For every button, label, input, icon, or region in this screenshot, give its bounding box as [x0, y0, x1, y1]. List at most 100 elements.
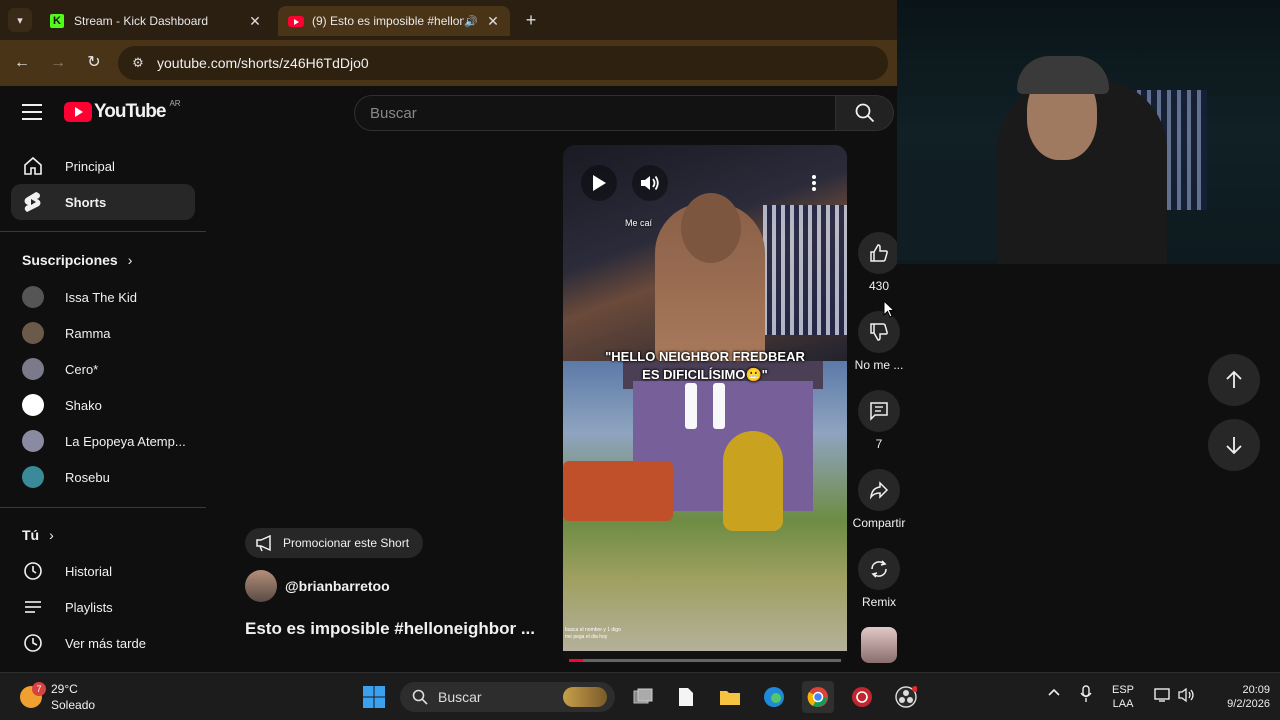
sidebar-item-subscription[interactable]: La Epopeya Atemp...	[11, 423, 195, 459]
taskbar-search[interactable]: Buscar	[400, 682, 615, 712]
like-button[interactable]	[858, 232, 900, 274]
sidebar-item-principal[interactable]: Principal	[11, 148, 195, 184]
avatar	[22, 358, 44, 380]
channel-name[interactable]: @brianbarretoo	[285, 578, 390, 594]
close-tab-icon[interactable]: ✕	[484, 13, 502, 30]
sidebar-item-label: Shako	[65, 397, 102, 413]
app-icon[interactable]	[846, 681, 878, 713]
arrow-down-icon	[1226, 437, 1242, 455]
avatar	[22, 322, 44, 344]
back-button[interactable]: ←	[10, 51, 34, 75]
play-icon	[593, 175, 606, 191]
progress-bar[interactable]	[569, 659, 841, 662]
folder-icon[interactable]	[714, 681, 746, 713]
reload-button[interactable]: ↻	[82, 51, 106, 75]
logo-text: YouTube	[94, 101, 166, 122]
task-view-icon[interactable]	[627, 681, 659, 713]
dislike-action: No me ...	[850, 311, 908, 372]
overlay-line: busca el nombre y 1 digo	[565, 627, 621, 633]
sidebar-item-subscription[interactable]: Cero*	[11, 351, 195, 387]
avatar[interactable]	[245, 570, 277, 602]
search-icon	[855, 103, 874, 123]
video-overlay-text: Me caí	[625, 218, 653, 228]
sidebar-item-label: Historial	[65, 563, 112, 579]
language-code: ESP	[1112, 684, 1135, 696]
tab-bar: ▾ K Stream - Kick Dashboard ✕ (9) Esto e…	[0, 0, 897, 40]
remix-button[interactable]	[858, 548, 900, 590]
weather-widget[interactable]: 7 29°C Soleado	[20, 681, 95, 713]
chevron-up-icon[interactable]	[1047, 687, 1061, 701]
section-title: Tú	[22, 527, 40, 543]
site-info-icon[interactable]: ⚙	[126, 51, 150, 75]
address-bar[interactable]: ⚙ youtube.com/shorts/z46H6TdDjo0	[118, 46, 888, 80]
avatar	[22, 394, 44, 416]
search-bar	[354, 95, 894, 131]
arrow-up-icon	[1226, 370, 1242, 388]
channel-info[interactable]: @brianbarretoo	[245, 570, 390, 602]
promote-short-button[interactable]: Promocionar este Short	[245, 528, 424, 558]
webcam-shelf	[897, 160, 1007, 260]
clock[interactable]: 20:09 9/2/2026	[1208, 683, 1270, 711]
sidebar-item-label: Shorts	[65, 194, 107, 210]
obs-icon[interactable]	[890, 681, 922, 713]
volume-button[interactable]	[632, 165, 668, 201]
forward-button[interactable]: →	[46, 51, 70, 75]
truck	[563, 461, 673, 521]
close-tab-icon[interactable]: ✕	[246, 13, 264, 30]
search-icon	[412, 689, 428, 705]
chevron-right-icon: ›	[127, 252, 133, 268]
comments-button[interactable]	[858, 390, 900, 432]
more-options-button[interactable]	[796, 165, 832, 201]
microphone-icon[interactable]	[1080, 685, 1092, 707]
sidebar-item-label: Principal	[65, 158, 115, 174]
new-tab-button[interactable]: +	[520, 9, 542, 31]
sidebar-item-shorts[interactable]: Shorts	[11, 184, 195, 220]
start-button[interactable]	[358, 681, 390, 713]
shorts-player[interactable]: Me caí "HELLO NEIGHBOR FREDBEAR ES DIFIC…	[563, 145, 847, 664]
short-title[interactable]: Esto es imposible #helloneighbor ...	[245, 619, 535, 639]
video-bottom-text: busca el nombre y 1 digo me pega el dia …	[563, 627, 621, 641]
previous-short-button[interactable]	[1208, 354, 1260, 406]
tab-kick-dashboard[interactable]: K Stream - Kick Dashboard ✕	[40, 6, 272, 36]
tab-youtube-short[interactable]: (9) Esto es imposible #hellon 🔊 ✕	[278, 6, 510, 36]
sidebar-item-label: Ver más tarde	[65, 635, 146, 651]
speaker-icon[interactable]: 🔊	[464, 15, 478, 28]
date: 9/2/2026	[1227, 698, 1270, 710]
weather-text: 29°C Soleado	[51, 681, 95, 713]
you-header[interactable]: Tú ›	[22, 527, 54, 543]
language-indicator[interactable]: ESP LAA	[1112, 683, 1134, 711]
playlist-icon	[21, 595, 45, 619]
sidebar-item-historial[interactable]: Historial	[11, 553, 195, 589]
subscriptions-header[interactable]: Suscripciones ›	[22, 252, 132, 268]
volume-icon[interactable]	[1178, 687, 1196, 707]
sidebar-item-watch-later[interactable]: Ver más tarde	[11, 625, 195, 661]
sound-thumbnail[interactable]	[861, 627, 897, 663]
sidebar-item-subscription[interactable]: Ramma	[11, 315, 195, 351]
file-icon[interactable]	[670, 681, 702, 713]
comment-icon	[870, 402, 888, 421]
youtube-logo[interactable]: YouTube AR	[64, 99, 181, 123]
share-button[interactable]	[858, 469, 900, 511]
chrome-icon[interactable]	[802, 681, 834, 713]
sidebar-item-subscription[interactable]: Shako	[11, 387, 195, 423]
sidebar-item-subscription[interactable]: Rosebu	[11, 459, 195, 495]
network-icon[interactable]	[1154, 687, 1172, 707]
edge-icon[interactable]	[758, 681, 790, 713]
mouse-cursor-icon	[883, 300, 895, 318]
screen: ▾ K Stream - Kick Dashboard ✕ (9) Esto e…	[0, 0, 1280, 720]
sidebar-item-label: Playlists	[65, 599, 113, 615]
sidebar-item-playlists[interactable]: Playlists	[11, 589, 195, 625]
tab-search-button[interactable]: ▾	[8, 8, 32, 32]
play-button[interactable]	[581, 165, 617, 201]
search-button[interactable]	[836, 95, 894, 131]
search-input[interactable]	[354, 95, 836, 131]
keyboard-layout: LAA	[1112, 698, 1134, 710]
pause-icon	[685, 383, 725, 429]
menu-icon[interactable]	[22, 104, 42, 120]
tab-title: Stream - Kick Dashboard	[74, 14, 209, 28]
next-short-button[interactable]	[1208, 419, 1260, 471]
sidebar-item-subscription[interactable]: Issa The Kid	[11, 279, 195, 315]
tab-title: (9) Esto es imposible #hellon	[312, 14, 465, 28]
comments-action: 7	[850, 390, 908, 451]
weather-condition: Soleado	[51, 698, 96, 712]
